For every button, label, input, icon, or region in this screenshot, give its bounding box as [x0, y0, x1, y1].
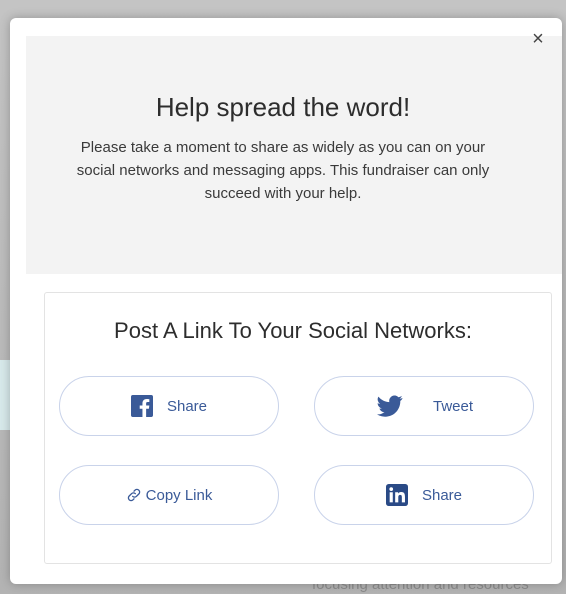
twitter-icon — [376, 395, 403, 417]
twitter-tweet-label: Tweet — [432, 397, 474, 415]
modal-subtitle: Please take a moment to share as widely … — [76, 139, 490, 202]
linkedin-share-button[interactable]: Share — [314, 465, 534, 525]
share-modal: × Help spread the word! Please take a mo… — [0, 0, 566, 594]
facebook-icon — [130, 395, 153, 417]
copy-link-button[interactable]: Copy Link — [59, 465, 279, 525]
copy-link-label: Copy Link — [145, 486, 213, 504]
share-card-title: Post A Link To Your Social Networks: — [114, 318, 472, 343]
twitter-tweet-button[interactable]: Tweet — [314, 376, 534, 436]
linkedin-share-label: Share — [421, 486, 463, 504]
facebook-share-button[interactable]: Share — [59, 376, 279, 436]
close-button[interactable]: × — [529, 29, 547, 49]
facebook-share-label: Share — [166, 397, 208, 415]
linkedin-icon — [385, 484, 408, 506]
modal-title: Help spread the word! — [155, 92, 411, 122]
link-icon — [127, 488, 140, 502]
